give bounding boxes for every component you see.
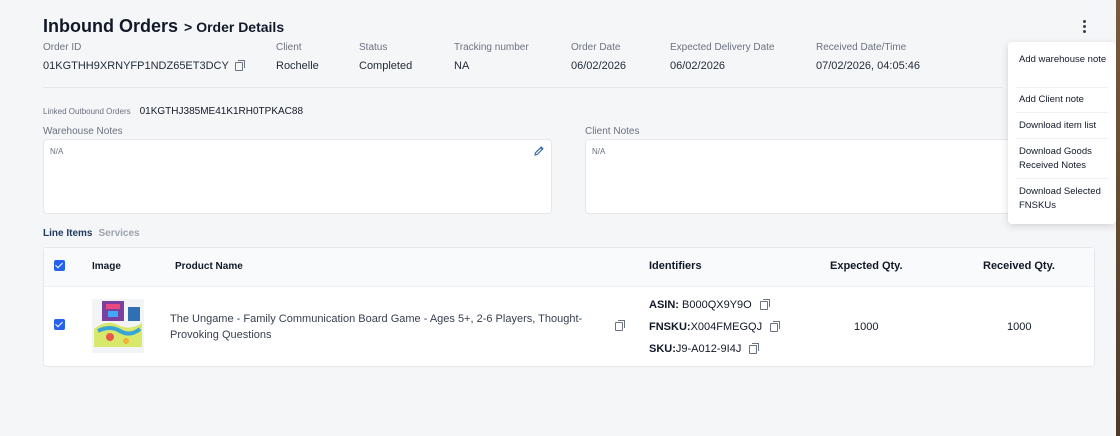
client-notes-value: N/A — [592, 147, 606, 156]
kebab-menu-icon[interactable] — [1076, 16, 1092, 36]
menu-divider — [1016, 112, 1108, 113]
menu-item-download-item-list[interactable]: Download item list — [1019, 119, 1109, 133]
copy-icon[interactable] — [759, 298, 770, 310]
tracking-value: NA — [454, 60, 470, 72]
breadcrumb-separator: > — [184, 19, 193, 35]
order-date-field: Order Date 06/02/2026 — [571, 42, 626, 72]
menu-item-download-fnskus[interactable]: Download Selected FNSKUs — [1019, 185, 1109, 213]
sku-label: SKU: — [649, 343, 676, 355]
column-header-received-qty: Received Qty. — [983, 260, 1055, 272]
column-header-product: Product Name — [175, 261, 243, 272]
order-date-value: 06/02/2026 — [571, 60, 627, 72]
menu-item-add-warehouse-note[interactable]: Add warehouse note — [1019, 53, 1109, 67]
asin-identifier: ASIN: B000QX9Y9O — [649, 298, 770, 311]
status-label: Status — [359, 42, 388, 53]
copy-icon[interactable] — [770, 320, 781, 332]
menu-divider — [1016, 178, 1108, 179]
sku-value: J9-A012-9I4J — [675, 343, 742, 355]
line-items-table: Image Product Name Identifiers Expected … — [43, 247, 1095, 367]
tracking-label: Tracking number — [454, 42, 529, 53]
asin-value: B000QX9Y9O — [682, 299, 752, 311]
received-date-field: Received Date/Time 07/02/2026, 04:05:46 — [816, 42, 920, 72]
warehouse-notes-box[interactable]: N/A — [43, 139, 552, 214]
column-header-expected-qty: Expected Qty. — [830, 260, 903, 272]
status-value: Completed — [359, 60, 413, 72]
copy-icon[interactable] — [234, 59, 245, 71]
expected-date-value: 06/02/2026 — [670, 60, 726, 72]
tab-bar: Line Items Services — [43, 228, 140, 239]
fnsku-value: X004FMEGQJ — [690, 321, 763, 333]
client-label: Client — [276, 42, 302, 53]
menu-divider — [1016, 87, 1108, 88]
copy-icon[interactable] — [749, 342, 760, 354]
pencil-icon[interactable] — [533, 145, 545, 157]
asin-label: ASIN: — [649, 299, 679, 311]
page: Inbound Orders > Order Details Order ID … — [0, 0, 1116, 436]
fnsku-identifier: FNSKU:X004FMEGQJ — [649, 320, 781, 333]
warehouse-notes-label: Warehouse Notes — [43, 126, 123, 137]
menu-divider — [1016, 138, 1108, 139]
order-id-value: 01KGTHH9XRNYFP1NDZ65ET3DCY — [43, 60, 229, 72]
column-header-identifiers: Identifiers — [649, 260, 702, 272]
page-header: Inbound Orders > Order Details — [43, 16, 284, 37]
order-id-field: Order ID 01KGTHH9XRNYFP1NDZ65ET3DCY — [43, 42, 245, 72]
expected-qty-value: 1000 — [854, 321, 879, 333]
client-value: Rochelle — [276, 60, 319, 72]
linked-orders-value[interactable]: 01KGTHJ385ME41K1RH0TPKAC88 — [140, 106, 303, 117]
expected-date-label: Expected Delivery Date — [670, 42, 775, 53]
divider — [43, 87, 1003, 88]
warehouse-notes-value: N/A — [50, 147, 64, 156]
tab-services[interactable]: Services — [98, 228, 139, 239]
breadcrumb-current: Order Details — [196, 19, 285, 35]
client-field: Client Rochelle — [276, 42, 319, 72]
tracking-field: Tracking number NA — [454, 42, 529, 72]
tab-line-items[interactable]: Line Items — [43, 228, 92, 239]
status-field: Status Completed — [359, 42, 412, 72]
sku-identifier: SKU:J9-A012-9I4J — [649, 342, 760, 355]
linked-orders-label: Linked Outbound Orders — [43, 107, 131, 116]
order-date-label: Order Date — [571, 42, 621, 53]
menu-item-add-client-note[interactable]: Add Client note — [1019, 93, 1109, 107]
actions-dropdown-menu: Add warehouse note Add Client note Downl… — [1008, 42, 1116, 224]
received-date-value: 07/02/2026, 04:05:46 — [816, 60, 920, 72]
linked-outbound-orders: Linked Outbound Orders 01KGTHJ385ME41K1R… — [43, 106, 303, 117]
fnsku-label: FNSKU: — [649, 321, 691, 333]
window-edge — [1116, 0, 1120, 436]
expected-date-field: Expected Delivery Date 06/02/2026 — [670, 42, 775, 72]
table-header: Image Product Name Identifiers Expected … — [44, 248, 1094, 287]
received-date-label: Received Date/Time — [816, 42, 907, 53]
column-header-image: Image — [92, 261, 121, 272]
client-notes-box[interactable]: N/A — [585, 139, 1010, 214]
client-notes-label: Client Notes — [585, 126, 640, 137]
order-id-label: Order ID — [43, 42, 82, 53]
row-checkbox[interactable] — [54, 319, 65, 330]
product-name: The Ungame - Family Communication Board … — [170, 313, 583, 341]
menu-item-download-grn[interactable]: Download Goods Received Notes — [1019, 145, 1109, 173]
copy-icon[interactable] — [615, 320, 625, 331]
page-title[interactable]: Inbound Orders — [43, 16, 178, 37]
select-all-checkbox[interactable] — [54, 260, 65, 271]
received-qty-value: 1000 — [1007, 321, 1032, 333]
product-image — [92, 299, 144, 353]
